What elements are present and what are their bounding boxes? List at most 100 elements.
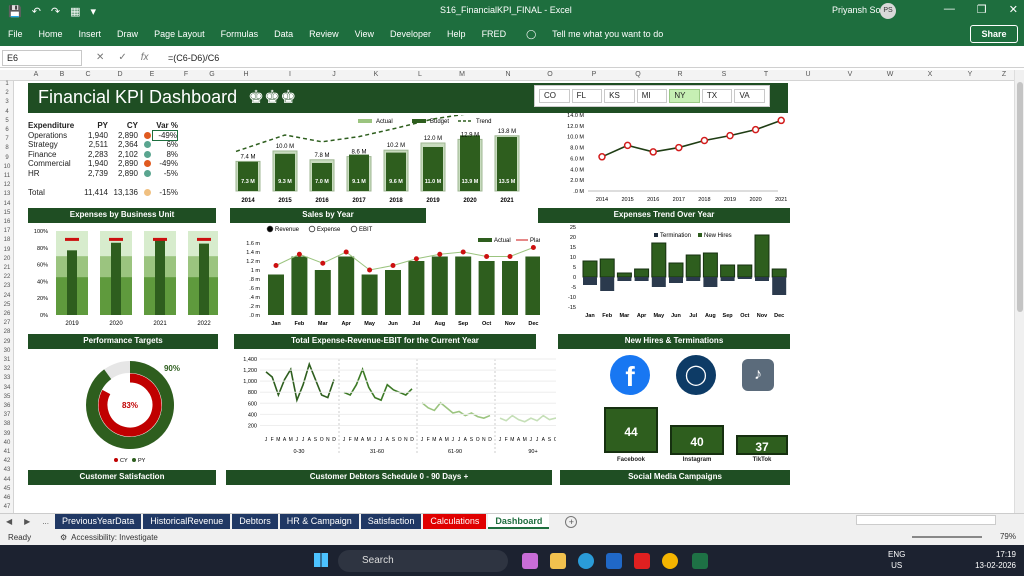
tiktok-icon[interactable]: ♪: [742, 359, 774, 391]
column-header[interactable]: R: [677, 71, 682, 78]
row-header[interactable]: 41: [0, 449, 14, 455]
zoom-slider[interactable]: [912, 536, 982, 538]
menu-view[interactable]: View: [347, 29, 382, 39]
row-header[interactable]: 47: [0, 504, 14, 510]
row-header[interactable]: 27: [0, 320, 14, 326]
row-header[interactable]: 18: [0, 237, 14, 243]
column-header[interactable]: D: [117, 71, 122, 78]
slicer-item-tx[interactable]: TX: [701, 89, 733, 103]
share-button[interactable]: Share: [970, 25, 1018, 43]
system-clock[interactable]: 17:19 13-02-2026: [975, 549, 1016, 571]
instagram-icon[interactable]: ◯: [676, 355, 716, 395]
row-header[interactable]: 33: [0, 375, 14, 381]
row-header[interactable]: 44: [0, 477, 14, 483]
zoom-level[interactable]: 79%: [1000, 532, 1016, 541]
slicer-item-ny[interactable]: NY: [669, 89, 700, 103]
row-header[interactable]: 40: [0, 440, 14, 446]
column-header[interactable]: K: [374, 71, 379, 78]
slicer-item-mi[interactable]: MI: [636, 89, 668, 103]
scroll-thumb[interactable]: [1017, 82, 1023, 312]
row-header[interactable]: 16: [0, 219, 14, 225]
sheet-tab-satisfaction[interactable]: Satisfaction: [360, 514, 422, 529]
mail-icon[interactable]: [606, 553, 622, 569]
menu-formulas[interactable]: Formulas: [213, 29, 267, 39]
column-header[interactable]: Z: [1002, 71, 1006, 78]
row-header[interactable]: 4: [0, 109, 14, 115]
column-header[interactable]: B: [60, 71, 65, 78]
column-header[interactable]: S: [722, 71, 727, 78]
row-header[interactable]: 37: [0, 412, 14, 418]
column-header[interactable]: T: [764, 71, 768, 78]
row-header[interactable]: 14: [0, 201, 14, 207]
vertical-scrollbar[interactable]: [1014, 70, 1024, 513]
cancel-icon[interactable]: ✕: [96, 52, 104, 63]
sheet-tab-dashboard[interactable]: Dashboard: [488, 514, 550, 529]
row-header[interactable]: 46: [0, 495, 14, 501]
save-icon[interactable]: 💾: [8, 5, 22, 18]
enter-icon[interactable]: ✓: [118, 52, 126, 63]
row-header[interactable]: 34: [0, 385, 14, 391]
row-header[interactable]: 3: [0, 99, 14, 105]
row-header[interactable]: 31: [0, 357, 14, 363]
qat-more-icon[interactable]: ▾: [91, 5, 97, 18]
slicer-item-fl[interactable]: FL: [571, 89, 603, 103]
row-header[interactable]: 17: [0, 228, 14, 234]
column-header[interactable]: J: [332, 71, 336, 78]
column-header[interactable]: V: [848, 71, 853, 78]
row-header[interactable]: 23: [0, 283, 14, 289]
excel-icon[interactable]: [692, 553, 708, 569]
menu-data[interactable]: Data: [266, 29, 301, 39]
column-header[interactable]: M: [459, 71, 465, 78]
edge-icon[interactable]: [578, 553, 594, 569]
language-indicator[interactable]: ENG US: [888, 549, 905, 571]
row-header[interactable]: 12: [0, 182, 14, 188]
row-header[interactable]: 24: [0, 293, 14, 299]
menu-file[interactable]: File: [0, 29, 31, 39]
row-header[interactable]: 13: [0, 191, 14, 197]
youtube-icon[interactable]: [634, 553, 650, 569]
column-header[interactable]: A: [34, 71, 39, 78]
menu-insert[interactable]: Insert: [71, 29, 110, 39]
row-header[interactable]: 15: [0, 210, 14, 216]
row-header[interactable]: 30: [0, 348, 14, 354]
chrome-icon[interactable]: [662, 553, 678, 569]
minimize-icon[interactable]: —: [944, 3, 955, 16]
row-header[interactable]: 36: [0, 403, 14, 409]
menu-developer[interactable]: Developer: [382, 29, 439, 39]
restore-icon[interactable]: ❐: [977, 3, 987, 16]
row-header[interactable]: 29: [0, 339, 14, 345]
menu-review[interactable]: Review: [301, 29, 347, 39]
slicer-item-ks[interactable]: KS: [604, 89, 635, 103]
copilot-icon[interactable]: [522, 553, 538, 569]
menu-page-layout[interactable]: Page Layout: [146, 29, 213, 39]
row-header[interactable]: 2: [0, 90, 14, 96]
name-box[interactable]: E6: [2, 49, 82, 66]
row-header[interactable]: 5: [0, 118, 14, 124]
row-header[interactable]: 21: [0, 265, 14, 271]
column-header[interactable]: E: [150, 71, 155, 78]
table-icon[interactable]: ▦: [70, 5, 80, 18]
row-header[interactable]: 32: [0, 366, 14, 372]
row-header[interactable]: 28: [0, 329, 14, 335]
row-header[interactable]: 11: [0, 173, 14, 179]
file-explorer-icon[interactable]: [550, 553, 566, 569]
accessibility-status[interactable]: Accessibility: Investigate: [67, 533, 158, 542]
column-header[interactable]: F: [184, 71, 188, 78]
row-header[interactable]: 43: [0, 467, 14, 473]
row-header[interactable]: 7: [0, 136, 14, 142]
column-header[interactable]: L: [418, 71, 422, 78]
column-header[interactable]: X: [928, 71, 933, 78]
row-header[interactable]: 35: [0, 394, 14, 400]
sheet-tab-debtors[interactable]: Debtors: [232, 514, 278, 529]
column-header[interactable]: W: [887, 71, 894, 78]
row-header[interactable]: 38: [0, 421, 14, 427]
column-header[interactable]: Q: [635, 71, 640, 78]
column-header[interactable]: H: [243, 71, 248, 78]
menu-help[interactable]: Help: [439, 29, 474, 39]
horizontal-scrollbar[interactable]: [856, 515, 996, 525]
menu-home[interactable]: Home: [31, 29, 71, 39]
row-header[interactable]: 45: [0, 486, 14, 492]
close-icon[interactable]: ✕: [1009, 3, 1018, 16]
row-header[interactable]: 20: [0, 256, 14, 262]
taskbar-search[interactable]: Search: [338, 550, 508, 572]
